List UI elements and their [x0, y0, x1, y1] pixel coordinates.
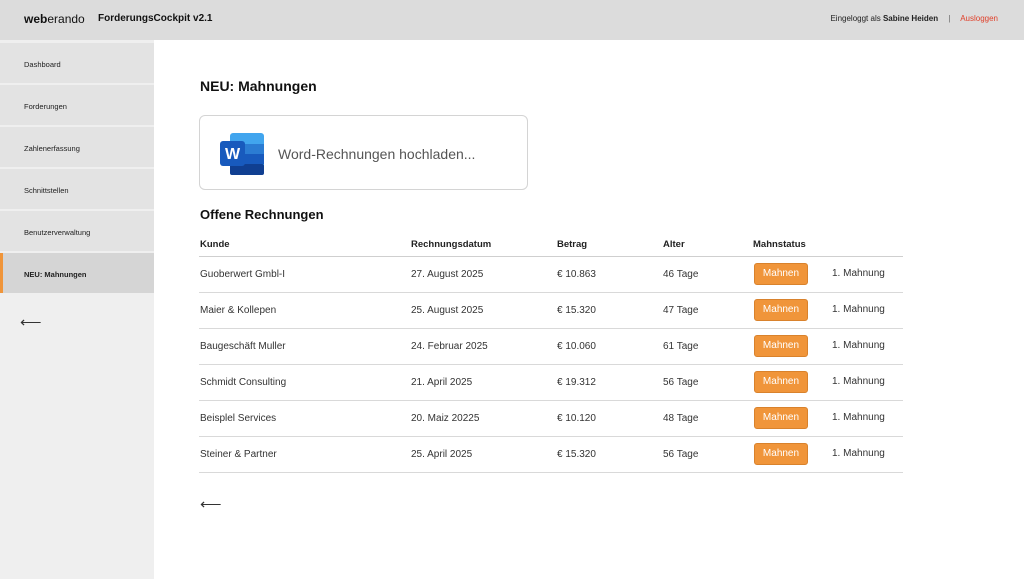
cell-alter: 56 Tage [663, 449, 699, 460]
back-arrow-icon[interactable]: ⟵ [200, 497, 222, 512]
mahnen-button[interactable]: Mahnen [754, 335, 808, 357]
user-box: Eingeloggt als Sabine Heiden | Ausloggen [830, 14, 998, 23]
cell-datum: 27. August 2025 [411, 269, 484, 280]
word-icon: W [220, 133, 264, 175]
table-row: Beisplel Services 20. Maiz 20225 € 10.12… [199, 401, 903, 437]
cell-kunde: Baugeschäft Muller [200, 341, 286, 352]
cell-betrag: € 15.320 [557, 305, 596, 316]
app-title: ForderungsCockpit v2.1 [98, 13, 213, 24]
mahnen-button[interactable]: Mahnen [754, 407, 808, 429]
cell-kunde: Maier & Kollepen [200, 305, 277, 316]
sidebar-back-arrow-icon[interactable]: ⟵ [20, 315, 42, 330]
sidebar-item-schnittstellen[interactable]: Schnittstellen [0, 169, 154, 209]
cell-alter: 46 Tage [663, 269, 699, 280]
table-row: Guoberwert Gmbl-I 27. August 2025 € 10.8… [199, 257, 903, 293]
cell-mahnstufe: 1. Mahnung [832, 376, 885, 387]
cell-betrag: € 19.312 [557, 377, 596, 388]
column-header-rechnungsdatum: Rechnungsdatum [411, 239, 492, 250]
cell-betrag: € 15.320 [557, 449, 596, 460]
cell-betrag: € 10.863 [557, 269, 596, 280]
cell-alter: 48 Tage [663, 413, 699, 424]
column-header-mahnstatus: Mahnstatus [753, 239, 806, 250]
cell-mahnstufe: 1. Mahnung [832, 340, 885, 351]
cell-datum: 21. April 2025 [411, 377, 473, 388]
table-row: Schmidt Consulting 21. April 2025 € 19.3… [199, 365, 903, 401]
sidebar: Dashboard Forderungen Zahlenerfassung Sc… [0, 40, 154, 579]
svg-text:W: W [225, 146, 241, 163]
upload-label: Word-Rechnungen hochladen... [278, 146, 476, 162]
sidebar-item-label: Forderungen [24, 102, 67, 111]
sidebar-item-label: Dashboard [24, 60, 61, 69]
cell-alter: 47 Tage [663, 305, 699, 316]
page-title: NEU: Mahnungen [200, 78, 317, 94]
sidebar-item-label: Schnittstellen [24, 186, 69, 195]
cell-datum: 24. Februar 2025 [411, 341, 488, 352]
sidebar-item-mahnungen[interactable]: NEU: Mahnungen [0, 253, 154, 293]
cell-alter: 61 Tage [663, 341, 699, 352]
cell-betrag: € 10.060 [557, 341, 596, 352]
logo[interactable]: weberando [24, 12, 85, 26]
column-header-kunde: Kunde [200, 239, 230, 250]
invoice-table: Kunde Rechnungsdatum Betrag Alter Mahnst… [199, 232, 903, 473]
upload-word-button[interactable]: W Word-Rechnungen hochladen... [199, 115, 528, 190]
table-row: Maier & Kollepen 25. August 2025 € 15.32… [199, 293, 903, 329]
cell-kunde: Beisplel Services [200, 413, 277, 424]
column-header-alter: Alter [663, 239, 685, 250]
sidebar-item-forderungen[interactable]: Forderungen [0, 85, 154, 125]
sidebar-item-benutzerverwaltung[interactable]: Benutzerverwaltung [0, 211, 154, 251]
sidebar-item-zahlenerfassung[interactable]: Zahlenerfassung [0, 127, 154, 167]
mahnen-button[interactable]: Mahnen [754, 299, 808, 321]
cell-mahnstufe: 1. Mahnung [832, 448, 885, 459]
cell-kunde: Guoberwert Gmbl-I [200, 269, 286, 280]
sidebar-item-label: Benutzerverwaltung [24, 228, 91, 237]
cell-alter: 56 Tage [663, 377, 699, 388]
logo-rest-text: erando [47, 12, 85, 26]
logout-link[interactable]: Ausloggen [960, 14, 998, 23]
cell-mahnstufe: 1. Mahnung [832, 268, 885, 279]
cell-betrag: € 10.120 [557, 413, 596, 424]
cell-kunde: Schmidt Consulting [200, 377, 287, 388]
section-title: Offene Rechnungen [200, 207, 324, 222]
sidebar-item-label: Zahlenerfassung [24, 144, 80, 153]
sidebar-item-label: NEU: Mahnungen [24, 270, 87, 279]
cell-kunde: Steiner & Partner [200, 449, 277, 460]
mahnen-button[interactable]: Mahnen [754, 371, 808, 393]
column-header-betrag: Betrag [557, 239, 588, 250]
mahnen-button[interactable]: Mahnen [754, 443, 808, 465]
table-row: Baugeschäft Muller 24. Februar 2025 € 10… [199, 329, 903, 365]
cell-datum: 20. Maiz 20225 [411, 413, 480, 424]
header-separator: | [948, 14, 951, 23]
logged-in-label: Eingeloggt als [830, 14, 881, 23]
cell-datum: 25. April 2025 [411, 449, 473, 460]
top-bar: weberando ForderungsCockpit v2.1 Eingelo… [0, 0, 1024, 40]
cell-mahnstufe: 1. Mahnung [832, 304, 885, 315]
sidebar-item-dashboard[interactable]: Dashboard [0, 43, 154, 83]
cell-datum: 25. August 2025 [411, 305, 484, 316]
user-name: Sabine Heiden [882, 14, 939, 23]
mahnen-button[interactable]: Mahnen [754, 263, 808, 285]
cell-mahnstufe: 1. Mahnung [832, 412, 885, 423]
table-header: Kunde Rechnungsdatum Betrag Alter Mahnst… [199, 232, 903, 257]
logo-bold-text: web [24, 12, 48, 26]
table-row: Steiner & Partner 25. April 2025 € 15.32… [199, 437, 903, 473]
